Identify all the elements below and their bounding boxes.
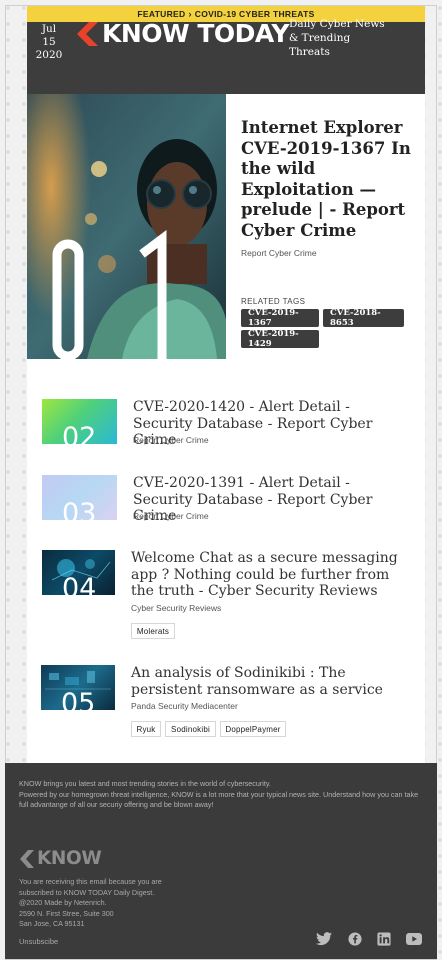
story-thumbnail[interactable]: 02	[42, 399, 117, 444]
issue-date-year: 2020	[35, 49, 63, 61]
tag-ryuk[interactable]: Ryuk	[131, 721, 161, 737]
footer-address: San Jose, CA 95131	[19, 919, 85, 928]
hero-source: Report Cyber Crime	[241, 248, 317, 258]
tag-cve-2019-1367[interactable]: CVE-2019-1367	[241, 308, 319, 328]
story-number: 04	[62, 573, 97, 595]
logo-text: KNOW TODAY	[102, 19, 289, 48]
youtube-icon[interactable]	[406, 932, 422, 946]
issue-date-day: Jul 15	[41, 23, 57, 48]
unsubscribe-link[interactable]: Unsubscibe	[19, 937, 58, 946]
related-tags-label: RELATED TAGS	[241, 297, 306, 306]
story-thumbnail[interactable]: 05	[41, 665, 115, 710]
story-source: Cyber Security Reviews	[131, 603, 222, 613]
story-number: 02	[62, 422, 97, 444]
footer-address: 2590 N. First Stree, Suite 300	[19, 908, 114, 918]
issue-date: Jul 15 2020	[34, 23, 64, 62]
footer-notice: subscribed to KNOW TODAY Daily Digest.	[19, 887, 155, 897]
know-today-logo[interactable]: KNOW TODAY	[76, 19, 289, 48]
story-title[interactable]: Welcome Chat as a secure messaging app ?…	[131, 550, 409, 600]
hero-number: 01	[28, 140, 197, 282]
footer-intro-line: KNOW brings you latest and most trending…	[19, 779, 271, 788]
know-logo-mark-icon	[77, 21, 98, 46]
story-thumbnail[interactable]: 04	[42, 550, 115, 595]
footer-notice: You are receiving this email because you…	[19, 877, 162, 886]
know-logo-mark-icon	[20, 849, 34, 868]
tag-molerats[interactable]: Molerats	[131, 623, 175, 639]
linkedin-icon[interactable]	[376, 932, 392, 946]
story-number: 03	[62, 498, 97, 520]
tag-sodinokibi[interactable]: Sodinokibi	[165, 721, 216, 737]
footer-intro-line: Powered by our homegrown threat intellig…	[19, 789, 419, 810]
story-number: 05	[61, 688, 96, 710]
footer-copyright: @2020 Made by Netenrich.	[19, 898, 107, 907]
footer-logo-text: KNOW	[37, 848, 102, 869]
featured-label: FEATURED	[137, 9, 186, 19]
tag-cve-2018-8653[interactable]: CVE-2018-8653	[323, 308, 404, 328]
story-source: Report Cyber Crime	[133, 435, 209, 445]
hero-title[interactable]: Internet Explorer CVE-2019-1367 In the w…	[241, 118, 411, 241]
story-thumbnail[interactable]: 03	[42, 475, 117, 520]
story-source: Panda Security Mediacenter	[131, 701, 238, 711]
facebook-icon[interactable]	[347, 932, 363, 946]
header-tagline: Daily Cyber News & Trending Threats	[289, 18, 385, 58]
story-title[interactable]: An analysis of Sodinikibi : The persiste…	[131, 665, 409, 698]
twitter-icon[interactable]	[316, 932, 332, 946]
footer-intro: KNOW brings you latest and most trending…	[19, 779, 424, 811]
footer-meta: You are receiving this email because you…	[19, 877, 219, 930]
chevron-right-icon: ›	[188, 9, 192, 19]
tag-doppelpaymer[interactable]: DoppelPaymer	[220, 721, 286, 737]
tag-cve-2019-1429[interactable]: CVE-2019-1429	[241, 329, 319, 349]
story-source: Report Cyber Crime	[133, 511, 209, 521]
footer-know-logo[interactable]: KNOW	[19, 848, 102, 869]
